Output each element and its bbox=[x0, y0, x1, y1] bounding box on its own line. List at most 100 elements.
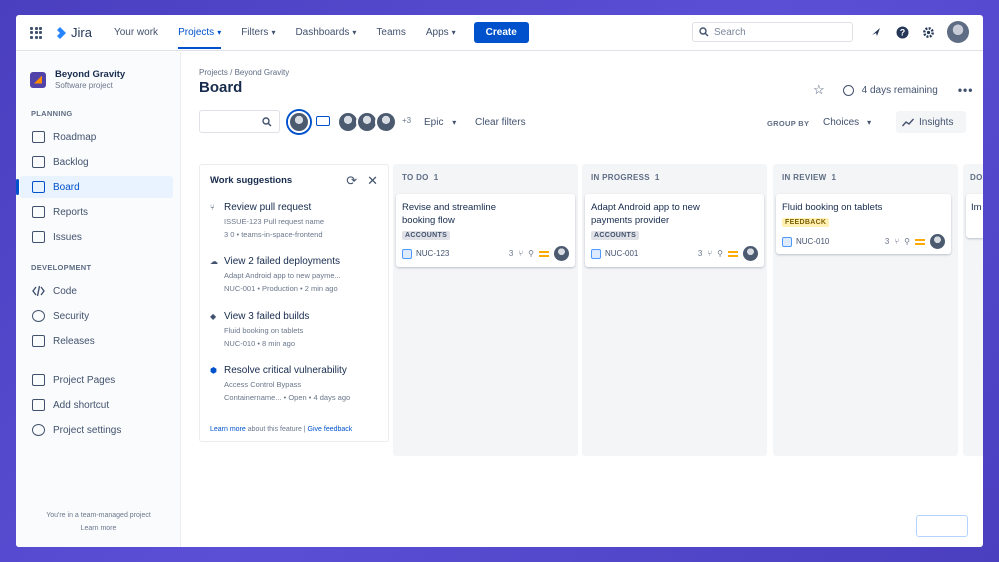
suggestion-detail: Fluid booking on tablets bbox=[224, 326, 304, 335]
sidebar-item-backlog[interactable]: Backlog bbox=[20, 151, 173, 173]
issue-card[interactable]: Adapt Android app to new payments provid… bbox=[585, 194, 764, 267]
suggestion-item[interactable]: ⬢ Resolve critical vulnerability Access C… bbox=[210, 365, 380, 402]
nav-teams[interactable]: Teams bbox=[376, 27, 405, 38]
profile-avatar[interactable] bbox=[947, 21, 969, 43]
project-name: Beyond Gravity bbox=[55, 69, 126, 80]
column-header: IN REVIEW 1 bbox=[782, 173, 836, 182]
nav-apps[interactable]: Apps ▾ bbox=[426, 27, 456, 38]
sidebar-item-label: Code bbox=[53, 285, 77, 297]
cloud-deployment-icon: ☁ bbox=[210, 257, 218, 266]
issue-key[interactable]: NUC-123 bbox=[416, 249, 449, 258]
learn-more-link[interactable]: Learn more bbox=[210, 426, 246, 433]
card-label[interactable]: ACCOUNTS bbox=[591, 231, 640, 240]
project-type: Software project bbox=[55, 81, 113, 90]
sidebar-item-roadmap[interactable]: Roadmap bbox=[20, 126, 173, 148]
branch-icon: ⑂ bbox=[518, 249, 524, 258]
app-switcher-icon[interactable] bbox=[30, 26, 42, 39]
epic-filter[interactable]: Epic ▾ bbox=[424, 117, 456, 128]
star-icon[interactable]: ☆ bbox=[813, 82, 825, 98]
sidebar-item-issues[interactable]: Issues bbox=[20, 226, 173, 248]
nav-apps-label: Apps bbox=[425, 27, 449, 38]
priority-medium-icon bbox=[539, 250, 549, 257]
sidebar-item-project-settings[interactable]: Project settings bbox=[20, 419, 173, 441]
search-placeholder: Search bbox=[714, 26, 746, 38]
nav-dashboards-label: Dashboards bbox=[295, 27, 350, 38]
suggestion-item[interactable]: ◆ View 3 failed builds Fluid booking on t… bbox=[210, 311, 380, 348]
refresh-icon[interactable]: ⟳ bbox=[346, 173, 357, 189]
board-view-icon[interactable] bbox=[316, 116, 330, 126]
nav-your-work[interactable]: Your work bbox=[114, 27, 158, 38]
card-title: Fluid booking on tablets bbox=[782, 202, 883, 213]
notifications-icon[interactable] bbox=[869, 25, 883, 39]
avatar-filter[interactable] bbox=[375, 111, 397, 133]
sidebar-item-releases[interactable]: Releases bbox=[20, 330, 173, 352]
hierarchy-icon: ⚲ bbox=[904, 237, 910, 246]
assignee-avatar[interactable] bbox=[930, 234, 945, 249]
page-icon bbox=[32, 374, 45, 386]
settings-gear-icon[interactable] bbox=[921, 25, 935, 39]
issue-card[interactable]: Im bbox=[966, 194, 983, 238]
add-shortcut-icon bbox=[32, 399, 45, 411]
assignee-avatar[interactable] bbox=[743, 246, 758, 261]
hierarchy-icon: ⚲ bbox=[717, 249, 723, 258]
footer-text: about this feature | bbox=[245, 426, 308, 433]
sidebar-item-label: Add shortcut bbox=[53, 399, 110, 411]
project-sidebar: Beyond Gravity Software project PLANNING… bbox=[16, 52, 181, 547]
story-icon bbox=[591, 248, 601, 259]
issue-key[interactable]: NUC-010 bbox=[796, 237, 829, 246]
breadcrumb[interactable]: Projects / Beyond Gravity bbox=[199, 68, 289, 77]
card-title: Revise and streamline booking flow bbox=[402, 202, 496, 226]
development-heading: DEVELOPMENT bbox=[31, 263, 92, 272]
jira-logo[interactable]: Jira bbox=[54, 25, 92, 40]
sidebar-item-board[interactable]: Board bbox=[16, 176, 173, 198]
suggestion-item[interactable]: ⑂ Review pull request ISSUE-123 Pull requ… bbox=[210, 202, 380, 239]
issue-key[interactable]: NUC-001 bbox=[605, 249, 638, 258]
suggestion-title: View 3 failed builds bbox=[224, 311, 310, 322]
nav-dashboards[interactable]: Dashboards ▾ bbox=[295, 27, 356, 38]
board-search-input[interactable] bbox=[199, 110, 280, 133]
priority-medium-icon bbox=[728, 250, 738, 257]
card-label[interactable]: FEEDBACK bbox=[782, 218, 830, 227]
column-header: TO DO 1 bbox=[402, 173, 438, 182]
help-icon[interactable]: ? bbox=[895, 25, 909, 39]
sidebar-item-label: Releases bbox=[53, 335, 95, 347]
nav-projects-label: Projects bbox=[178, 27, 215, 38]
give-feedback-link[interactable]: Give feedback bbox=[308, 426, 353, 433]
more-avatars-count[interactable]: +3 bbox=[402, 116, 411, 125]
avatar-filter[interactable] bbox=[288, 111, 310, 133]
column-name: DO bbox=[970, 173, 983, 182]
sidebar-item-code[interactable]: Code bbox=[20, 280, 173, 302]
branch-icon: ⑂ bbox=[894, 237, 900, 246]
sidebar-item-label: Project Pages bbox=[53, 374, 116, 386]
card-title: Im bbox=[971, 202, 982, 213]
create-button[interactable]: Create bbox=[473, 22, 529, 43]
group-by-select[interactable]: Choices ▾ bbox=[816, 111, 878, 133]
learn-more-link[interactable]: Learn more bbox=[16, 522, 181, 535]
card-label[interactable]: ACCOUNTS bbox=[402, 231, 451, 240]
gear-icon bbox=[32, 424, 45, 436]
clear-filters-button[interactable]: Clear filters bbox=[475, 117, 526, 128]
suggestions-footer: Learn more about this feature | Give fee… bbox=[210, 426, 352, 433]
suggestion-item[interactable]: ☁ View 2 failed deployments Adapt Android… bbox=[210, 256, 380, 293]
story-icon bbox=[782, 236, 792, 247]
nav-projects[interactable]: Projects ▾ bbox=[178, 27, 222, 49]
more-actions-icon[interactable]: ••• bbox=[958, 83, 974, 97]
nav-filters[interactable]: Filters ▾ bbox=[241, 27, 275, 38]
assignee-avatar[interactable] bbox=[554, 246, 569, 261]
sidebar-item-add-shortcut[interactable]: Add shortcut bbox=[20, 394, 173, 416]
close-icon[interactable]: ✕ bbox=[367, 173, 378, 189]
project-header[interactable]: Beyond Gravity Software project bbox=[30, 69, 180, 90]
chevron-down-icon: ▾ bbox=[452, 118, 457, 127]
sidebar-item-project-pages[interactable]: Project Pages bbox=[20, 369, 173, 391]
sidebar-item-label: Roadmap bbox=[53, 131, 97, 143]
clock-icon bbox=[842, 84, 854, 96]
sidebar-item-reports[interactable]: Reports bbox=[20, 201, 173, 223]
feedback-widget[interactable] bbox=[916, 515, 968, 537]
issue-card[interactable]: Revise and streamline booking flow ACCOU… bbox=[396, 194, 575, 267]
sidebar-item-security[interactable]: Security bbox=[20, 305, 173, 327]
insights-button[interactable]: Insights bbox=[896, 111, 966, 133]
work-suggestions-title: Work suggestions bbox=[210, 175, 293, 186]
issue-card[interactable]: Fluid booking on tablets FEEDBACK NUC-01… bbox=[776, 194, 951, 254]
branch-icon: ⑂ bbox=[707, 249, 713, 258]
search-input[interactable]: Search bbox=[692, 22, 853, 42]
